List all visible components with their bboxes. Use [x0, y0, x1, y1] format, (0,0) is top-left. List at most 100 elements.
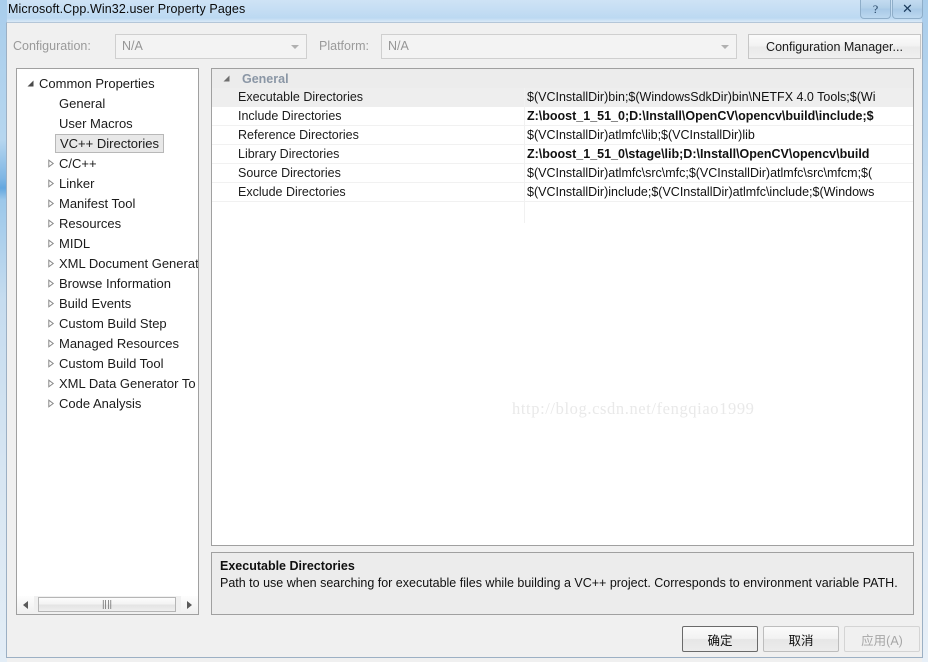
property-name: Library Directories — [238, 147, 340, 161]
property-value[interactable]: $(VCInstallDir)atlmfc\src\mfc;$(VCInstal… — [525, 166, 913, 180]
ok-button[interactable]: 确定 — [682, 626, 758, 652]
collapsed-triangle-icon[interactable] — [43, 318, 57, 328]
tree-item-label: Custom Build Tool — [59, 355, 164, 371]
collapsed-triangle-icon[interactable] — [43, 398, 57, 408]
tree-item-label: VC++ Directories — [55, 133, 164, 153]
chevron-down-icon — [715, 36, 735, 57]
configuration-value: N/A — [122, 39, 143, 53]
tree-item-linker[interactable]: Linker — [17, 173, 198, 193]
property-name: Exclude Directories — [238, 185, 346, 199]
property-name: Include Directories — [238, 109, 342, 123]
grid-column-separator — [524, 88, 525, 223]
description-body: Path to use when searching for executabl… — [220, 576, 898, 590]
property-row[interactable]: Executable Directories $(VCInstallDir)bin… — [212, 88, 913, 107]
tree-item-label: General — [59, 95, 106, 111]
platform-label: Platform: — [319, 39, 370, 53]
property-tree-panel[interactable]: Common Properties General User Macros VC++ … — [16, 68, 199, 615]
tree-item-custom-build-tool[interactable]: Custom Build Tool — [17, 353, 198, 373]
property-group-header-general[interactable]: General — [212, 69, 913, 88]
description-pane: Executable Directories Path to use when … — [211, 552, 914, 615]
tree-item-custom-build-step[interactable]: Custom Build Step — [17, 313, 198, 333]
collapsed-triangle-icon[interactable] — [43, 218, 57, 228]
collapsed-triangle-icon[interactable] — [43, 298, 57, 308]
property-row[interactable]: Reference Directories $(VCInstallDir)atlm… — [212, 126, 913, 145]
property-name: Reference Directories — [238, 128, 359, 142]
tree-item-browse-information[interactable]: Browse Information — [17, 273, 198, 293]
apply-button: 应用(A) — [844, 626, 920, 652]
property-row[interactable]: Include Directories Z:\boost_1_51_0;D:\In… — [212, 107, 913, 126]
tree-item-label: Linker — [59, 175, 95, 191]
tree-item-midl[interactable]: MIDL — [17, 233, 198, 253]
platform-dropdown[interactable]: N/A — [381, 34, 737, 59]
chevron-down-icon — [285, 36, 305, 57]
tree-item-user-macros[interactable]: User Macros — [17, 113, 198, 133]
title-bar: Microsoft.Cpp.Win32.user Property Pages … — [0, 0, 928, 22]
property-name: Source Directories — [238, 166, 341, 180]
property-value[interactable]: $(VCInstallDir)include;$(VCInstallDir)at… — [525, 185, 913, 199]
window-title: Microsoft.Cpp.Win32.user Property Pages — [8, 2, 246, 16]
tree-item-c-c[interactable]: C/C++ — [17, 153, 198, 173]
collapsed-triangle-icon[interactable] — [43, 278, 57, 288]
property-row[interactable]: Source Directories $(VCInstallDir)atlmfc\… — [212, 164, 913, 183]
scroll-right-arrow-icon[interactable] — [181, 596, 198, 613]
collapsed-triangle-icon[interactable] — [43, 238, 57, 248]
configuration-manager-button[interactable]: Configuration Manager... — [748, 34, 921, 59]
tree-item-manifest-tool[interactable]: Manifest Tool — [17, 193, 198, 213]
description-title: Executable Directories — [220, 559, 355, 573]
tree-item-label: Code Analysis — [59, 395, 142, 411]
scrollbar-thumb[interactable]: ‖‖ — [38, 597, 176, 612]
dialog-footer: 确定 取消 应用(A) — [0, 622, 928, 662]
tree-item-label: C/C++ — [59, 155, 97, 171]
property-value[interactable]: $(VCInstallDir)atlmfc\lib;$(VCInstallDir… — [525, 128, 913, 142]
tree-item-vc-directories[interactable]: VC++ Directories — [17, 133, 198, 153]
tree-item-label: Manifest Tool — [59, 195, 136, 211]
tree-item-build-events[interactable]: Build Events — [17, 293, 198, 313]
tree-item-common-properties[interactable]: Common Properties — [17, 73, 198, 93]
property-value[interactable]: Z:\boost_1_51_0\stage\lib;D:\Install\Ope… — [525, 147, 913, 161]
property-tree-list: Common Properties General User Macros VC++ … — [17, 73, 199, 413]
collapse-triangle-icon[interactable] — [218, 74, 234, 83]
configuration-bar: Configuration: N/A Platform: N/A Configu… — [7, 34, 921, 60]
property-value[interactable]: Z:\boost_1_51_0;D:\Install\OpenCV\opencv… — [525, 109, 913, 123]
watermark-text: http://blog.csdn.net/fengqiao1999 — [512, 399, 755, 418]
collapsed-triangle-icon[interactable] — [43, 178, 57, 188]
tree-item-label: User Macros — [59, 115, 133, 131]
property-group-label: General — [242, 71, 289, 86]
collapsed-triangle-icon[interactable] — [43, 258, 57, 268]
help-button[interactable]: ? — [860, 0, 891, 19]
tree-item-code-analysis[interactable]: Code Analysis — [17, 393, 198, 413]
close-icon: ✕ — [902, 1, 913, 16]
collapsed-triangle-icon[interactable] — [43, 358, 57, 368]
property-row[interactable]: Library Directories Z:\boost_1_51_0\stage… — [212, 145, 913, 164]
scroll-left-arrow-icon[interactable] — [17, 596, 34, 613]
property-pages-window: Microsoft.Cpp.Win32.user Property Pages … — [0, 0, 928, 662]
tree-item-label: XML Document Generat — [59, 255, 199, 271]
collapsed-triangle-icon[interactable] — [43, 198, 57, 208]
tree-item-general[interactable]: General — [17, 93, 198, 113]
collapsed-triangle-icon[interactable] — [43, 338, 57, 348]
property-value[interactable]: $(VCInstallDir)bin;$(WindowsSdkDir)bin\N… — [525, 90, 913, 104]
tree-item-label: Managed Resources — [59, 335, 179, 351]
tree-item-xml-data-generator-to[interactable]: XML Data Generator To — [17, 373, 198, 393]
tree-horizontal-scrollbar[interactable]: ‖‖ — [16, 596, 199, 615]
expand-triangle-icon[interactable] — [23, 79, 37, 88]
tree-item-label: Resources — [59, 215, 122, 231]
platform-value: N/A — [388, 39, 409, 53]
cancel-button[interactable]: 取消 — [763, 626, 839, 652]
tree-item-label: Build Events — [59, 295, 132, 311]
tree-item-label: Browse Information — [59, 275, 171, 291]
property-grid[interactable]: General Executable Directories $(VCInstal… — [211, 68, 914, 546]
tree-item-resources[interactable]: Resources — [17, 213, 198, 233]
close-button[interactable]: ✕ — [892, 0, 923, 19]
tree-item-managed-resources[interactable]: Managed Resources — [17, 333, 198, 353]
tree-item-xml-document-generat[interactable]: XML Document Generat — [17, 253, 199, 273]
configuration-label: Configuration: — [13, 39, 91, 53]
tree-item-label: MIDL — [59, 235, 91, 251]
property-name: Executable Directories — [238, 90, 364, 104]
property-row[interactable]: Exclude Directories $(VCInstallDir)includ… — [212, 183, 913, 202]
collapsed-triangle-icon[interactable] — [43, 158, 57, 168]
tree-item-label: Custom Build Step — [59, 315, 167, 331]
tree-item-label: Common Properties — [39, 75, 155, 91]
configuration-dropdown[interactable]: N/A — [115, 34, 307, 59]
collapsed-triangle-icon[interactable] — [43, 378, 57, 388]
